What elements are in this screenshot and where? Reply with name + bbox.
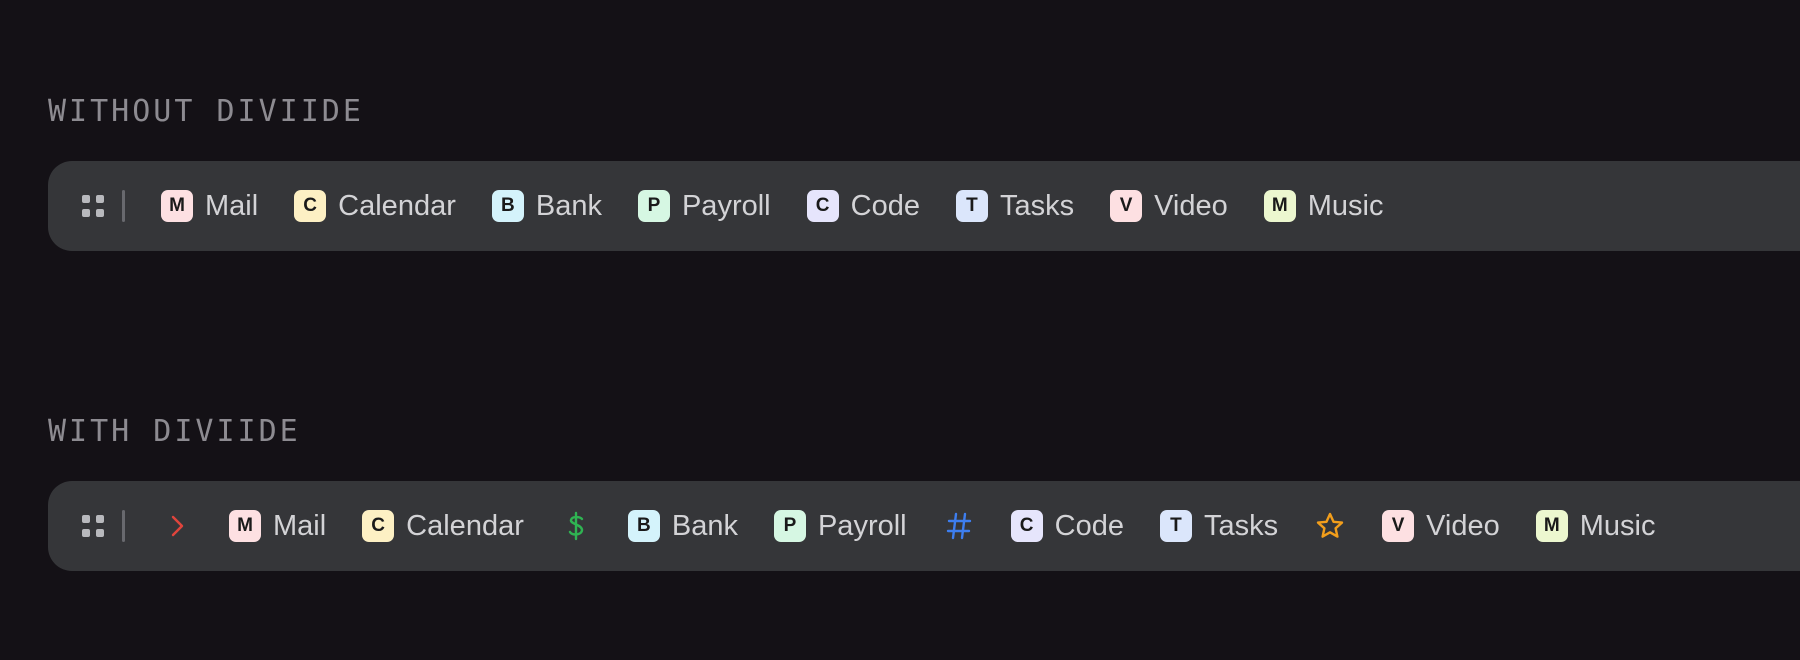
app-item-label: Music [1307,190,1384,222]
app-item-label: Video [1426,510,1500,542]
app-item-list: M Mail C Calendar B Bank P Payroll C Code T Tasks V V… [161,506,1691,546]
calendar-letter-icon: C [294,190,327,222]
app-item-code[interactable]: C Code [1010,508,1124,544]
app-item-video[interactable]: V Video [1382,508,1500,544]
star-icon [1314,506,1346,546]
app-item-label: Tasks [1203,510,1279,542]
app-item-label: Payroll [681,190,771,222]
music-letter-icon: M [1535,510,1568,542]
app-item-music[interactable]: M Music [1535,508,1656,544]
app-item-tasks[interactable]: T Tasks [1159,508,1279,544]
tasks-letter-icon: T [1159,510,1192,542]
app-item-bank[interactable]: B Bank [491,188,602,224]
app-item-payroll[interactable]: P Payroll [637,188,771,224]
section-title-without-divide: WITHOUT DIVIIDE [48,94,364,129]
app-item-mail[interactable]: M Mail [229,508,326,544]
bar-separator [122,510,125,542]
drag-handle-icon[interactable] [82,515,104,537]
app-item-music[interactable]: M Music [1263,188,1384,224]
drag-handle-icon[interactable] [82,195,104,217]
app-item-calendar[interactable]: C Calendar [362,508,524,544]
chevron-right-icon [161,506,193,546]
app-item-label: Video [1154,190,1228,222]
app-item-label: Tasks [999,190,1075,222]
code-letter-icon: C [806,190,839,222]
bank-letter-icon: B [491,190,524,222]
app-item-label: Bank [535,190,602,222]
app-bar-with-divide: M Mail C Calendar B Bank P Payroll C Code T Tasks V V… [48,481,1800,571]
app-item-label: Calendar [338,190,456,222]
app-item-label: Calendar [406,510,524,542]
mail-letter-icon: M [161,190,193,222]
app-item-bank[interactable]: B Bank [627,508,738,544]
app-item-code[interactable]: C Code [806,188,920,224]
section-title-with-divide: WITH DIVIIDE [48,414,301,449]
app-item-label: Music [1579,510,1656,542]
app-item-mail[interactable]: M Mail [161,188,258,224]
app-item-label: Mail [205,190,259,222]
dollar-icon [560,506,592,546]
app-item-payroll[interactable]: P Payroll [773,508,907,544]
app-item-label: Payroll [817,510,907,542]
mail-letter-icon: M [229,510,261,542]
app-item-calendar[interactable]: C Calendar [294,188,456,224]
app-item-label: Code [850,190,920,222]
code-letter-icon: C [1010,510,1043,542]
tasks-letter-icon: T [955,190,988,222]
app-item-list: M Mail C Calendar B Bank P Payroll C Code T Tasks V V… [161,188,1419,224]
app-item-label: Bank [671,510,738,542]
bank-letter-icon: B [627,510,660,542]
app-item-video[interactable]: V Video [1110,188,1228,224]
app-bar-without-divide: M Mail C Calendar B Bank P Payroll C Code T Tasks V V… [48,161,1800,251]
payroll-letter-icon: P [773,510,806,542]
bar-separator [122,190,125,222]
hash-icon [943,506,975,546]
app-item-tasks[interactable]: T Tasks [955,188,1075,224]
app-item-label: Code [1054,510,1124,542]
video-letter-icon: V [1382,510,1415,542]
calendar-letter-icon: C [362,510,395,542]
music-letter-icon: M [1263,190,1296,222]
video-letter-icon: V [1110,190,1143,222]
payroll-letter-icon: P [637,190,670,222]
app-item-label: Mail [273,510,327,542]
